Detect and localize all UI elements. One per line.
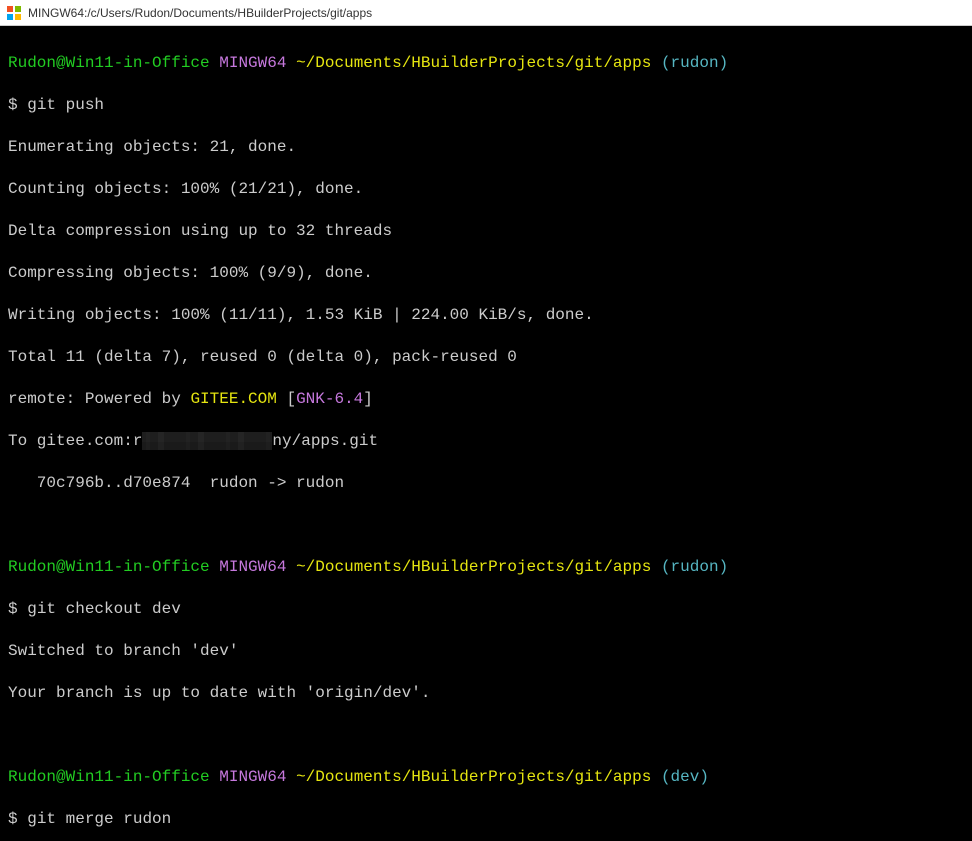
prompt-line: Rudon@Win11-in-Office MINGW64 ~/Document… <box>8 53 964 74</box>
output-line: Your branch is up to date with 'origin/d… <box>8 683 964 704</box>
output-line: To gitee.com:rny/apps.git <box>8 431 964 452</box>
output-line: Counting objects: 100% (21/21), done. <box>8 179 964 200</box>
output-line: remote: Powered by GITEE.COM [GNK-6.4] <box>8 389 964 410</box>
prompt-line: Rudon@Win11-in-Office MINGW64 ~/Document… <box>8 557 964 578</box>
titlebar[interactable]: MINGW64:/c/Users/Rudon/Documents/HBuilde… <box>0 0 972 26</box>
mingw-git-icon <box>6 5 22 21</box>
command-line: $ git push <box>8 95 964 116</box>
output-line: Total 11 (delta 7), reused 0 (delta 0), … <box>8 347 964 368</box>
prompt-line: Rudon@Win11-in-Office MINGW64 ~/Document… <box>8 767 964 788</box>
redacted-text <box>142 432 272 450</box>
command-line: $ git merge rudon <box>8 809 964 830</box>
output-line: 70c796b..d70e874 rudon -> rudon <box>8 473 964 494</box>
terminal[interactable]: Rudon@Win11-in-Office MINGW64 ~/Document… <box>0 26 972 841</box>
command-line: $ git checkout dev <box>8 599 964 620</box>
output-line: Enumerating objects: 21, done. <box>8 137 964 158</box>
window-title: MINGW64:/c/Users/Rudon/Documents/HBuilde… <box>28 6 372 20</box>
output-line: Writing objects: 100% (11/11), 1.53 KiB … <box>8 305 964 326</box>
output-line: Switched to branch 'dev' <box>8 641 964 662</box>
output-line: Compressing objects: 100% (9/9), done. <box>8 263 964 284</box>
output-line: Delta compression using up to 32 threads <box>8 221 964 242</box>
